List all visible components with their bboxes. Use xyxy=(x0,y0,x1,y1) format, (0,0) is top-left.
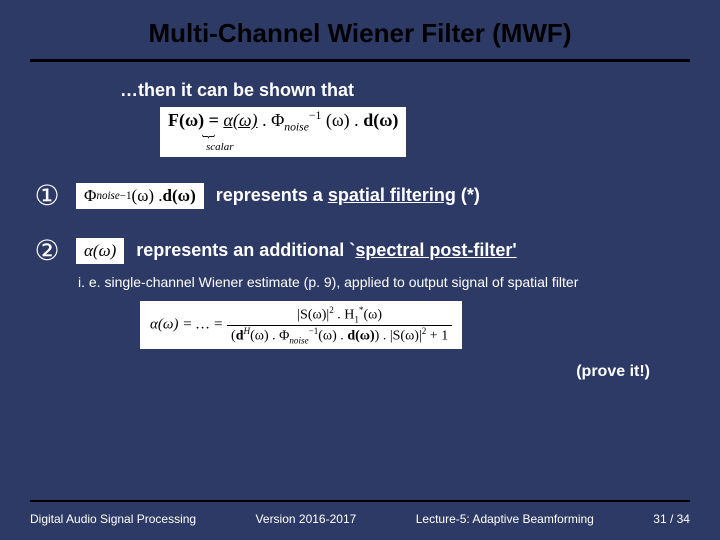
r2-eq: α(ω) xyxy=(84,241,116,261)
row-2: ② α(ω) represents an additional `spectra… xyxy=(30,234,690,267)
eq-d: d(ω) xyxy=(363,110,398,130)
eq-F: F(ω) = xyxy=(168,110,223,130)
den-mid: (ω) . Φ xyxy=(250,328,289,343)
denominator: (dH(ω) . Φnoise−1(ω) . d(ω)) . |S(ω)|2 +… xyxy=(227,325,452,345)
eq-phi-sub: noise xyxy=(284,121,309,134)
r1-arg: (ω) . xyxy=(132,186,163,206)
r1-under: spatial filtering xyxy=(328,185,456,205)
footer-line xyxy=(30,500,690,502)
row1-description: represents a spatial filtering (*) xyxy=(216,185,480,206)
row-1: ① Φnoise−1 (ω) . d(ω) represents a spati… xyxy=(30,179,690,212)
row1-equation: Φnoise−1 (ω) . d(ω) xyxy=(76,183,204,209)
num-tail: (ω) xyxy=(363,308,382,323)
r1-d: d(ω) xyxy=(163,186,196,206)
numerator: |S(ω)|2 . H1*(ω) xyxy=(293,305,386,324)
note-text: i. e. single-channel Wiener estimate (p.… xyxy=(78,273,690,291)
footer-pagenum: 31 / 34 xyxy=(653,512,690,526)
alpha-equation: α(ω) = … = |S(ω)|2 . H1*(ω) (dH(ω) . Φno… xyxy=(140,301,462,349)
eq-dot1: . xyxy=(262,110,271,130)
num-h-sub: 1 xyxy=(354,315,359,325)
den-phi-sub: noise xyxy=(289,335,308,345)
prove-it: (prove it!) xyxy=(30,363,690,381)
num-a: |S(ω)| xyxy=(297,308,329,323)
den-d: d xyxy=(236,328,244,343)
den-close: ) . |S(ω)| xyxy=(375,328,422,343)
title-area: Multi-Channel Wiener Filter (MWF) xyxy=(0,0,720,70)
den-d2: d(ω) xyxy=(347,328,374,343)
intro-text: …then it can be shown that xyxy=(120,80,690,101)
main-equation: F(ω) = α(ω) . Φnoise−1 (ω) . d(ω) ︸ scal… xyxy=(160,107,406,157)
r1-phi-sub: noise xyxy=(96,190,119,202)
eq-alpha: α(ω) xyxy=(223,110,257,130)
r1-pre: represents a xyxy=(216,185,328,205)
footer: Digital Audio Signal Processing Version … xyxy=(30,512,690,540)
footer-left: Digital Audio Signal Processing xyxy=(30,512,196,526)
footer-area: Digital Audio Signal Processing Version … xyxy=(0,500,720,540)
den-mid2: (ω) . xyxy=(318,328,347,343)
den-plus: + 1 xyxy=(426,328,448,343)
r1-phi-sup: −1 xyxy=(120,190,132,202)
eq-phi: Φ xyxy=(271,110,284,130)
num-dot: . H xyxy=(334,308,355,323)
r1-phi: Φ xyxy=(84,186,96,206)
eq-phi-sup: −1 xyxy=(309,109,321,122)
r1-post: (*) xyxy=(456,185,480,205)
slide: Multi-Channel Wiener Filter (MWF) …then … xyxy=(0,0,720,540)
den-phi-sup: −1 xyxy=(309,326,319,336)
title-underline xyxy=(30,59,690,62)
footer-mid: Version 2016-2017 xyxy=(256,512,357,526)
fraction: |S(ω)|2 . H1*(ω) (dH(ω) . Φnoise−1(ω) . … xyxy=(227,305,452,345)
scalar-label: scalar xyxy=(206,141,234,153)
footer-right1: Lecture-5: Adaptive Beamforming xyxy=(416,512,594,526)
r2-under: spectral post-filter' xyxy=(355,240,516,260)
bullet-2: ② xyxy=(30,234,64,267)
content-area: …then it can be shown that F(ω) = α(ω) .… xyxy=(0,70,720,500)
bigeq-lhs: α(ω) = … = xyxy=(150,317,227,333)
row2-description: represents an additional `spectral post-… xyxy=(136,240,516,261)
eq-arg: (ω) . xyxy=(326,110,363,130)
r2-pre: represents an additional ` xyxy=(136,240,355,260)
slide-title: Multi-Channel Wiener Filter (MWF) xyxy=(30,18,690,59)
bullet-1: ① xyxy=(30,179,64,212)
row2-equation: α(ω) xyxy=(76,238,124,264)
